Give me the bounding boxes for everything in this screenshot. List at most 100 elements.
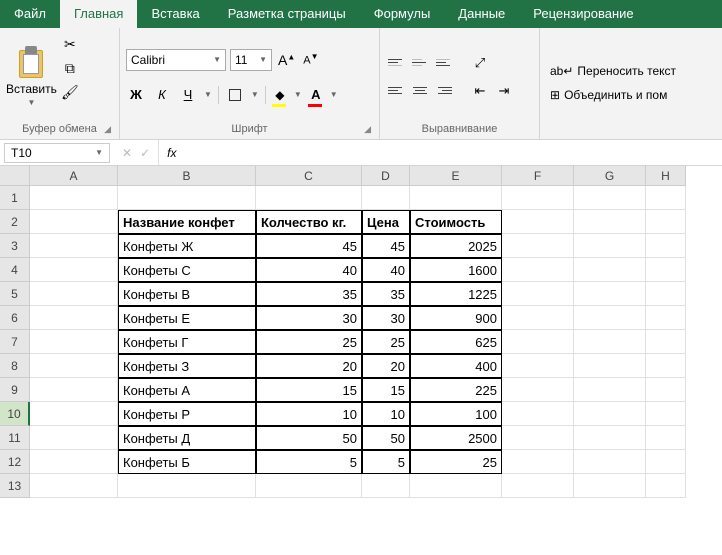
paste-button[interactable]: Вставить (6, 82, 57, 96)
tab-layout[interactable]: Разметка страницы (214, 0, 360, 28)
cell[interactable]: 1600 (410, 258, 502, 282)
cell[interactable]: 225 (410, 378, 502, 402)
clipboard-launcher-icon[interactable]: ◢ (104, 124, 111, 135)
select-all-corner[interactable] (0, 166, 30, 186)
cell[interactable]: 15 (362, 378, 410, 402)
cell[interactable] (502, 450, 574, 474)
cell[interactable]: 20 (256, 354, 362, 378)
cell[interactable] (30, 210, 118, 234)
col-header[interactable]: F (502, 166, 574, 186)
cell[interactable] (118, 474, 256, 498)
row-header[interactable]: 1 (0, 186, 30, 210)
row-header[interactable]: 5 (0, 282, 30, 306)
cell[interactable]: 10 (256, 402, 362, 426)
cell[interactable] (502, 426, 574, 450)
cell[interactable] (256, 186, 362, 210)
bold-button[interactable]: Ж (126, 85, 146, 105)
font-size-select[interactable]: 11▼ (230, 49, 272, 71)
cell[interactable]: Конфеты Б (118, 450, 256, 474)
merge-button[interactable]: ⊞Объединить и пом (550, 88, 716, 102)
align-left-icon[interactable] (386, 81, 406, 101)
cell[interactable]: 5 (362, 450, 410, 474)
tab-insert[interactable]: Вставка (137, 0, 213, 28)
cell[interactable]: 15 (256, 378, 362, 402)
cell[interactable] (574, 378, 646, 402)
cell[interactable]: 625 (410, 330, 502, 354)
wrap-text-button[interactable]: ab↵Переносить текст (550, 64, 716, 78)
tab-file[interactable]: Файл (0, 0, 60, 28)
row-header[interactable]: 10 (0, 402, 30, 426)
font-launcher-icon[interactable]: ◢ (364, 124, 371, 135)
cell[interactable] (574, 450, 646, 474)
cell[interactable] (502, 474, 574, 498)
cell[interactable]: Конфеты Ж (118, 234, 256, 258)
cell[interactable] (30, 306, 118, 330)
cell[interactable]: Конфеты В (118, 282, 256, 306)
cell[interactable] (574, 210, 646, 234)
align-top-icon[interactable] (386, 53, 406, 73)
col-header[interactable]: C (256, 166, 362, 186)
cell[interactable]: 900 (410, 306, 502, 330)
cell[interactable] (502, 234, 574, 258)
cell[interactable]: 5 (256, 450, 362, 474)
col-header[interactable]: H (646, 166, 686, 186)
cell[interactable] (410, 186, 502, 210)
cell[interactable]: Конфеты С (118, 258, 256, 282)
indent-increase-icon[interactable]: ⇥ (494, 81, 514, 101)
cell[interactable]: 25 (256, 330, 362, 354)
cell[interactable] (30, 378, 118, 402)
cell[interactable] (30, 474, 118, 498)
cell[interactable]: 25 (410, 450, 502, 474)
row-header[interactable]: 12 (0, 450, 30, 474)
cell[interactable] (646, 306, 686, 330)
underline-dropdown-icon[interactable]: ▼ (204, 90, 212, 99)
cell[interactable] (646, 330, 686, 354)
underline-button[interactable]: Ч (178, 85, 198, 105)
cell[interactable]: Конфеты Г (118, 330, 256, 354)
indent-decrease-icon[interactable]: ⇤ (470, 81, 490, 101)
cell[interactable] (30, 354, 118, 378)
cell[interactable]: 2500 (410, 426, 502, 450)
row-header[interactable]: 6 (0, 306, 30, 330)
row-header[interactable]: 7 (0, 330, 30, 354)
cell[interactable] (574, 426, 646, 450)
cell[interactable]: Конфеты А (118, 378, 256, 402)
format-painter-icon[interactable]: 🖌 (61, 84, 79, 102)
cell[interactable]: 100 (410, 402, 502, 426)
cell[interactable]: Название конфет (118, 210, 256, 234)
border-dropdown-icon[interactable]: ▼ (251, 90, 259, 99)
cell[interactable]: 45 (362, 234, 410, 258)
cell[interactable]: Конфеты Д (118, 426, 256, 450)
cell[interactable] (646, 282, 686, 306)
cell[interactable] (30, 258, 118, 282)
cell[interactable] (646, 378, 686, 402)
cell[interactable] (362, 186, 410, 210)
cell[interactable] (30, 330, 118, 354)
cell[interactable]: 30 (362, 306, 410, 330)
cell[interactable] (362, 474, 410, 498)
cell[interactable] (502, 186, 574, 210)
cell[interactable]: 400 (410, 354, 502, 378)
cell[interactable]: Конфеты Р (118, 402, 256, 426)
cell[interactable] (502, 210, 574, 234)
fx-icon[interactable]: fx (159, 146, 184, 160)
cell[interactable] (646, 234, 686, 258)
cell[interactable]: Стоимость (410, 210, 502, 234)
decrease-font-icon[interactable]: A▼ (301, 52, 320, 67)
name-box[interactable]: T10▼ (4, 143, 110, 163)
cell[interactable] (574, 474, 646, 498)
cell[interactable] (646, 210, 686, 234)
align-middle-icon[interactable] (410, 53, 430, 73)
cell[interactable]: Колчество кг. (256, 210, 362, 234)
col-header[interactable]: A (30, 166, 118, 186)
align-right-icon[interactable] (434, 81, 454, 101)
row-header[interactable]: 8 (0, 354, 30, 378)
enter-icon[interactable]: ✓ (140, 146, 150, 160)
row-header[interactable]: 4 (0, 258, 30, 282)
row-header[interactable]: 13 (0, 474, 30, 498)
cell[interactable]: 30 (256, 306, 362, 330)
increase-font-icon[interactable]: A▲ (276, 52, 297, 68)
cell[interactable]: 40 (256, 258, 362, 282)
col-header[interactable]: E (410, 166, 502, 186)
cut-icon[interactable]: ✂ (61, 36, 79, 54)
